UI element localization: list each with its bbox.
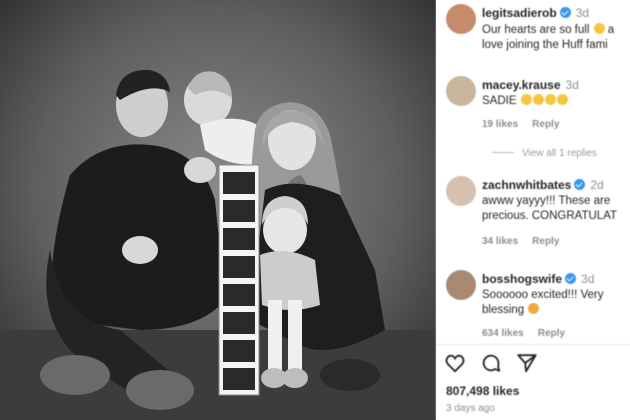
commenter-avatar[interactable] <box>446 270 476 300</box>
verified-icon <box>559 7 571 18</box>
action-bar <box>444 352 564 376</box>
comments-panel: legitsadierob 3d Our hearts are so full a… <box>436 0 630 420</box>
post-date: 3 days ago <box>446 403 495 414</box>
comment-user[interactable]: bosshogswife <box>482 272 562 286</box>
commenter-avatar[interactable] <box>446 176 476 206</box>
ultrasound-strip <box>218 164 260 396</box>
comment-text-line-2: blessing <box>482 303 540 317</box>
heart-icon[interactable] <box>444 352 466 374</box>
comment-text-value: blessing <box>482 304 525 316</box>
comment-username[interactable]: bosshogswife 3d <box>482 272 594 286</box>
verified-icon <box>574 179 586 190</box>
post-time: 3d <box>575 6 590 20</box>
comment-time: 2d <box>590 178 604 192</box>
likes-count[interactable]: 807,498 likes <box>446 384 519 398</box>
comment-user[interactable]: zachnwhitbates <box>482 178 571 192</box>
caption-line-2: love joining the Huff fami <box>482 39 608 51</box>
comment-meta: 634 likes Reply <box>482 328 579 339</box>
author-avatar[interactable] <box>446 4 476 34</box>
comment-meta: 34 likes Reply <box>482 236 573 247</box>
comment-icon[interactable] <box>480 352 502 374</box>
crying-emoji-icon <box>556 94 568 105</box>
replies-divider <box>492 152 514 153</box>
crying-emoji-icon <box>532 94 544 105</box>
comment-time: 3d <box>565 78 579 92</box>
comment-time: 3d <box>581 272 595 286</box>
author-name[interactable]: legitsadierob <box>482 6 557 20</box>
caption-line-1: Our hearts are so full a <box>482 23 614 37</box>
smile-emoji-icon <box>593 23 605 34</box>
comment-text-line-1: awww yayyy!!! These are <box>482 195 611 207</box>
commenter-avatar[interactable] <box>446 76 476 106</box>
divider <box>436 344 630 345</box>
comment-text-line-2: precious. CONGRATULAT <box>482 210 618 222</box>
author-username[interactable]: legitsadierob 3d <box>482 6 589 20</box>
view-replies-label[interactable]: View all 1 replies <box>522 148 597 159</box>
caption-text-1: Our hearts are so full <box>482 24 590 36</box>
comment-likes[interactable]: 634 likes <box>482 328 524 339</box>
comment-text: SADIE <box>482 94 568 108</box>
comment-username[interactable]: macey.krause 3d <box>482 78 579 92</box>
comment-text-value: SADIE <box>482 95 517 107</box>
comment-meta: 19 likes Reply <box>482 119 573 130</box>
crying-emoji-icon <box>544 94 556 105</box>
share-icon[interactable] <box>516 352 538 374</box>
family-photo <box>0 0 436 420</box>
comment-user[interactable]: macey.krause <box>482 78 561 92</box>
reply-button[interactable]: Reply <box>538 328 565 339</box>
crying-emoji-icon <box>520 94 532 105</box>
reply-button[interactable]: Reply <box>532 119 559 130</box>
caption-text-1b: a <box>607 24 615 36</box>
verified-icon <box>565 273 577 284</box>
post-photo <box>0 0 436 420</box>
comment-likes[interactable]: 34 likes <box>482 236 518 247</box>
comment-username[interactable]: zachnwhitbates 2d <box>482 178 604 192</box>
reply-button[interactable]: Reply <box>532 236 559 247</box>
view-replies[interactable]: View all 1 replies <box>492 148 611 159</box>
comment-likes[interactable]: 19 likes <box>482 119 518 130</box>
comment-text-line-1: Soooooo excited!!! Very <box>482 289 604 301</box>
folded-hands-emoji-icon <box>528 303 540 314</box>
